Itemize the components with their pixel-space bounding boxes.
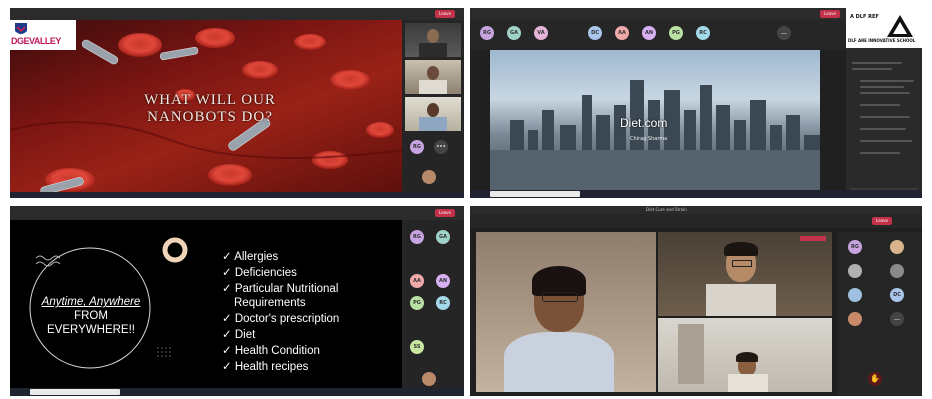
school-logo: A DLF REF DLF ARE INNOVATIVE SCHOOL [846,8,922,48]
school-logo: DGEVALLEY [10,20,76,50]
participant-avatar[interactable] [436,318,450,332]
participant-avatar[interactable] [436,340,450,354]
participant-avatar[interactable] [561,26,575,40]
participant-avatar[interactable] [848,288,862,302]
bullet-item: ✓ Health recipes [222,361,309,373]
slide-subtitle: Chirag Sharma [630,136,668,142]
participant-avatar[interactable]: RG [410,230,424,244]
participant-avatar[interactable]: DC [588,26,602,40]
slide-title-line2: NANOBOTS DO? [147,109,273,125]
school-name: DLF ARE INNOVATIVE SCHOOL [848,38,916,43]
participant-avatar[interactable] [848,312,862,326]
participant-video[interactable] [405,23,461,57]
slogan-line2: FROM [74,310,108,322]
more-participants-icon[interactable]: ... [777,26,791,40]
teams-window-gallery: Diet Cure and Strain Leave RG DC ... ✋ [470,206,922,396]
logo-text: DGEVALLEY [11,36,61,46]
participant-avatar[interactable]: PG [410,296,424,310]
participant-avatar[interactable]: AA [615,26,629,40]
leave-button[interactable]: Leave [872,217,892,225]
participants-strip: RG GA VA DC AA AN PG RC ... [470,20,846,50]
taskbar-search-input[interactable] [30,389,120,395]
participant-avatar[interactable]: VA [534,26,548,40]
slide-title: Diet.com [620,116,668,130]
leave-button[interactable]: Leave [820,10,840,18]
more-participants-icon[interactable]: ••• [434,140,448,154]
teams-window-diet: Leave RG GA VA DC AA AN PG RC ... Diet.c… [470,8,922,198]
teams-window-requirements: Leave Anytime, Anywhere FROM EVERYWHERE!… [10,206,464,396]
title-bar: Diet Cure and Strain [470,206,922,214]
participant-video[interactable] [658,318,832,392]
window-title: Diet Cure and Strain [646,207,687,212]
meeting-toolbar: Leave [470,214,922,228]
slide-title-line1: WHAT WILL OUR [144,92,276,108]
participant-avatar[interactable] [422,170,436,184]
reaction-icon[interactable]: ✋ [868,372,882,386]
participant-avatar[interactable]: GA [507,26,521,40]
participant-avatar[interactable]: RG [848,240,862,254]
participant-avatar[interactable]: RC [696,26,710,40]
participant-avatar[interactable]: RC [436,296,450,310]
slogan-line3: EVERYWHERE!! [47,324,135,336]
meeting-toolbar: Leave [10,8,464,20]
slogan: Anytime, Anywhere FROM EVERYWHERE!! [32,295,150,337]
participant-avatar[interactable]: GA [436,230,450,244]
shared-slide: Anytime, Anywhere FROM EVERYWHERE!! [10,220,402,388]
participant-avatar[interactable]: AN [642,26,656,40]
teams-window-nanobots: Leave DGEVALLEY WHAT WILL OUR NANOBOTS D… [10,8,464,198]
meeting-toolbar: Leave [10,206,464,220]
participant-video[interactable] [405,60,461,94]
more-participants-icon[interactable]: ... [890,312,904,326]
slogan-line1: Anytime, Anywhere [41,296,141,308]
chat-pane: A DLF REF DLF ARE INNOVATIVE SCHOOL [846,8,922,198]
participant-avatar[interactable] [723,26,737,40]
bullet-item: ✓ Diet [222,329,256,341]
participant-avatar[interactable]: AA [410,274,424,288]
participant-avatar[interactable] [436,252,450,266]
slide-title: WHAT WILL OUR NANOBOTS DO? [110,92,310,126]
participant-avatar[interactable]: AN [436,274,450,288]
participant-avatar[interactable] [848,264,862,278]
school-triangle-icon [887,15,913,37]
bullet-item: ✓ Deficiencies [222,267,297,279]
video-sidebar: RG ••• [402,20,464,192]
participant-avatar[interactable]: SS [410,340,424,354]
school-letters: A DLF REF [850,14,879,20]
participant-avatar[interactable] [750,26,764,40]
leave-button[interactable]: Leave [435,209,455,217]
participants-grid: RG DC ... ✋ [838,232,922,396]
taskbar-search-input[interactable] [490,191,580,197]
bullet-item: ✓ Particular Nutritional [222,283,339,295]
shared-slide: Diet.com Chirag Sharma [490,50,820,190]
bullet-item: ✓ Allergies [222,251,279,263]
participant-video[interactable] [658,232,832,316]
windows-taskbar [10,192,464,198]
shared-slide: DGEVALLEY WHAT WILL OUR NANOBOTS DO? [10,20,402,192]
participant-avatar[interactable]: DC [890,288,904,302]
participant-video[interactable] [405,97,461,131]
participant-video[interactable] [476,232,656,392]
participants-grid: RG GA AA AN PG RC SS [402,220,464,390]
participant-avatar[interactable] [410,252,424,266]
participant-avatar[interactable] [890,240,904,254]
windows-taskbar [470,190,922,198]
participant-avatar[interactable] [890,264,904,278]
bullet-item: ✓ Doctor's prescription [222,313,340,325]
participant-avatar[interactable]: RG [480,26,494,40]
bullet-item: Requirements [234,297,306,309]
participant-avatar[interactable]: RG [410,140,424,154]
participant-avatar[interactable] [410,318,424,332]
participant-avatar[interactable]: PG [669,26,683,40]
windows-taskbar [10,388,464,396]
participant-avatar[interactable] [422,372,436,386]
toolbar-icons [740,217,840,225]
bullet-item: ✓ Health Condition [222,345,320,357]
leave-button[interactable]: Leave [435,10,455,18]
